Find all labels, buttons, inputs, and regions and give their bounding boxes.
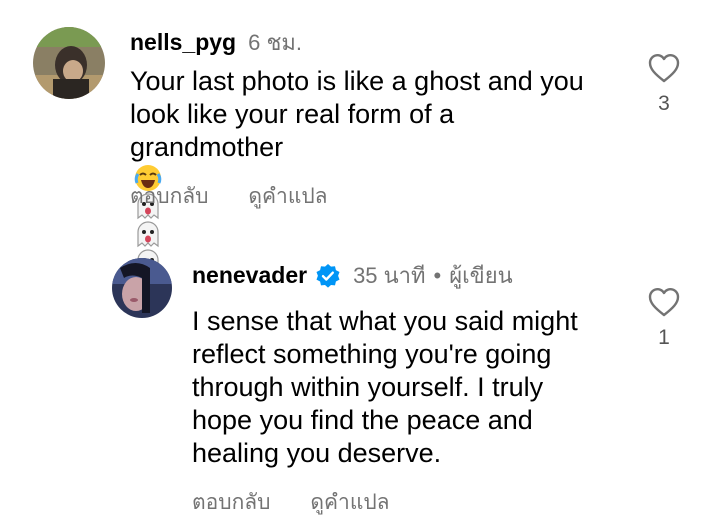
- like-button[interactable]: 3: [644, 52, 684, 116]
- comment-text: I sense that what you said might reflect…: [192, 306, 578, 468]
- reply-button[interactable]: ตอบกลับ: [130, 185, 209, 208]
- ghost-emoji-icon: [134, 220, 162, 248]
- reply-button[interactable]: ตอบกลับ: [192, 491, 271, 514]
- comment-time: 35 นาที: [353, 263, 426, 288]
- like-count: 3: [658, 92, 670, 115]
- heart-outline-icon[interactable]: [647, 52, 681, 84]
- like-button[interactable]: 1: [644, 286, 684, 350]
- heart-outline-icon[interactable]: [647, 286, 681, 318]
- avatar[interactable]: [33, 27, 105, 99]
- dot-separator: •: [433, 262, 442, 288]
- comment-username[interactable]: nells_pyg: [130, 29, 236, 56]
- comment-time: 6 ชม.: [248, 30, 303, 55]
- verified-badge-icon: [315, 263, 341, 289]
- like-count: 1: [658, 326, 670, 349]
- see-translation-button[interactable]: ดูคำแปล: [310, 491, 389, 514]
- see-translation-button[interactable]: ดูคำแปล: [248, 185, 327, 208]
- author-tag: ผู้เขียน: [449, 263, 513, 288]
- comment-username[interactable]: nenevader: [192, 262, 307, 289]
- avatar[interactable]: [112, 258, 172, 318]
